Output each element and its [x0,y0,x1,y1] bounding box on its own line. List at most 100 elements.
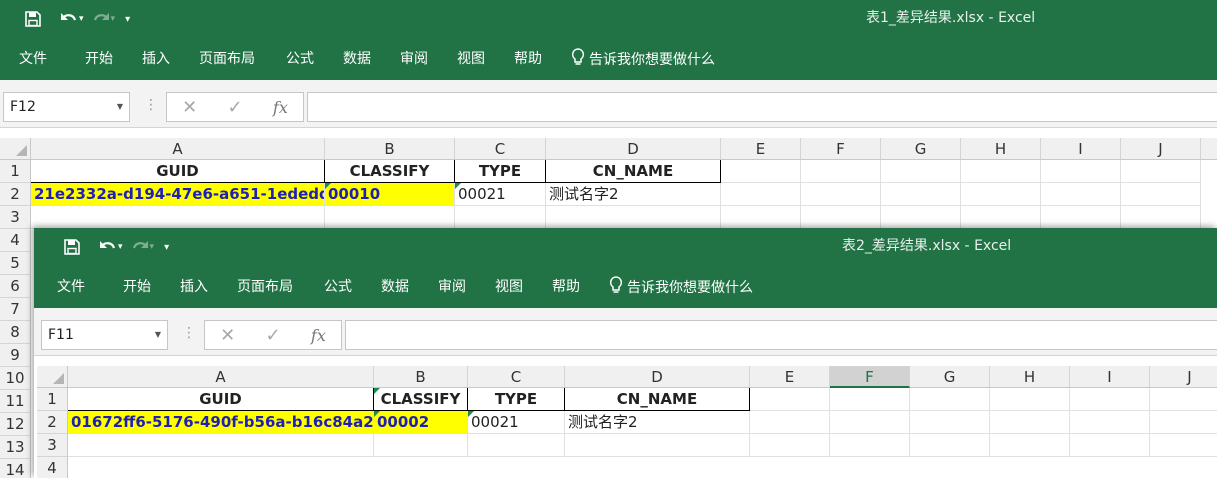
row-header[interactable]: 13 [0,436,31,459]
tab-formulas[interactable]: 公式 [286,38,314,80]
row-header[interactable]: 1 [37,388,68,411]
cell[interactable] [374,434,468,457]
cell[interactable] [990,434,1070,457]
tab-data[interactable]: 数据 [343,38,371,80]
insert-function-icon[interactable]: fx [311,326,326,345]
tab-view[interactable]: 视图 [495,266,523,308]
cell-header-type[interactable]: TYPE [468,388,565,411]
column-header[interactable]: D [546,138,721,160]
tab-help[interactable]: 帮助 [552,266,580,308]
cell[interactable] [1070,434,1150,457]
column-header[interactable]: J [1150,366,1217,388]
cell-header-cn-name[interactable]: CN_NAME [546,160,721,183]
cell[interactable] [468,434,565,457]
cell[interactable] [455,206,546,229]
cell-cn-name[interactable]: 测试名字2 [565,411,750,434]
tab-view[interactable]: 视图 [457,38,485,80]
cell-header-cn-name[interactable]: CN_NAME [565,388,750,411]
row-header[interactable]: 9 [0,344,31,367]
undo-icon[interactable]: ▾ [99,239,123,255]
select-all-corner[interactable] [37,366,68,388]
cell[interactable] [1150,411,1217,434]
cell[interactable] [68,434,374,457]
tab-review[interactable]: 审阅 [438,266,466,308]
cell[interactable] [910,434,990,457]
cell[interactable] [1070,388,1150,411]
cell-header-guid[interactable]: GUID [31,160,325,183]
tab-page-layout[interactable]: 页面布局 [237,266,293,308]
cell[interactable] [910,411,990,434]
column-header[interactable]: G [881,138,961,160]
row-header[interactable]: 11 [0,390,31,413]
cancel-formula-icon[interactable]: ✕ [220,325,235,346]
cell[interactable] [801,160,881,183]
cell[interactable] [801,206,881,229]
row-header[interactable]: 2 [37,411,68,434]
cell-cn-name[interactable]: 测试名字2 [546,183,721,206]
enter-formula-icon[interactable]: ✓ [266,325,281,346]
row-header[interactable]: 4 [0,229,31,252]
tab-review[interactable]: 审阅 [400,38,428,80]
cell[interactable] [750,434,830,457]
formula-input[interactable] [345,320,1217,350]
cell[interactable] [990,411,1070,434]
column-header[interactable]: D [565,366,750,388]
cell-type[interactable]: 00021 [468,411,565,434]
row-header[interactable]: 3 [37,434,68,457]
row-header[interactable]: 14 [0,459,31,478]
cell[interactable] [961,206,1041,229]
cancel-formula-icon[interactable]: ✕ [182,97,197,118]
column-header[interactable]: F [801,138,881,160]
formula-input[interactable] [307,92,1217,122]
cell-header-classify[interactable]: CLASSIFY [325,160,455,183]
redo-icon[interactable]: ▾ [131,239,154,255]
cell[interactable] [750,411,830,434]
column-header[interactable]: B [325,138,455,160]
column-header[interactable] [1201,138,1217,160]
cell[interactable] [1121,206,1201,229]
tab-home[interactable]: 开始 [123,266,151,308]
cell-header-classify[interactable]: CLASSIFY [374,388,468,411]
insert-function-icon[interactable]: fx [273,98,288,117]
column-header-selected[interactable]: F [830,366,910,388]
column-header[interactable]: E [721,138,801,160]
row-header[interactable]: 3 [0,206,31,229]
row-header[interactable]: 7 [0,298,31,321]
row-header[interactable]: 8 [0,321,31,344]
cell[interactable] [801,183,881,206]
cell[interactable] [1041,160,1121,183]
cell[interactable] [750,388,830,411]
row-header[interactable]: 4 [37,457,68,478]
cell-guid[interactable]: 21e2332a-d194-47e6-a651-1ededd [31,183,325,206]
cell[interactable] [1041,206,1121,229]
worksheet-grid[interactable]: A B C D E F G H I J 1 2 3 4 GUID CLASSIF… [34,366,1217,478]
cell[interactable] [1150,434,1217,457]
cell-guid[interactable]: 01672ff6-5176-490f-b56a-b16c84a2 [68,411,374,434]
cell-classify[interactable]: 00010 [325,183,455,206]
select-all-corner[interactable] [0,138,31,160]
cell[interactable] [1150,388,1217,411]
cell[interactable] [881,206,961,229]
redo-icon[interactable]: ▾ [92,11,115,27]
tab-page-layout[interactable]: 页面布局 [199,38,255,80]
cell[interactable] [961,160,1041,183]
cell[interactable] [1121,183,1201,206]
column-header[interactable]: H [990,366,1070,388]
column-header[interactable]: B [374,366,468,388]
row-header[interactable]: 5 [0,252,31,275]
cell[interactable] [830,388,910,411]
row-header[interactable]: 10 [0,367,31,390]
column-header[interactable]: A [31,138,325,160]
cell[interactable] [325,206,455,229]
row-header[interactable]: 12 [0,413,31,436]
column-header[interactable]: C [468,366,565,388]
cell[interactable] [31,206,325,229]
tab-formulas[interactable]: 公式 [324,266,352,308]
cell[interactable] [881,183,961,206]
name-box[interactable]: F11 ▼ [41,320,168,350]
save-icon[interactable] [22,11,44,27]
cell[interactable] [961,183,1041,206]
cell[interactable] [830,434,910,457]
cell[interactable] [1121,160,1201,183]
cell-header-guid[interactable]: GUID [68,388,374,411]
